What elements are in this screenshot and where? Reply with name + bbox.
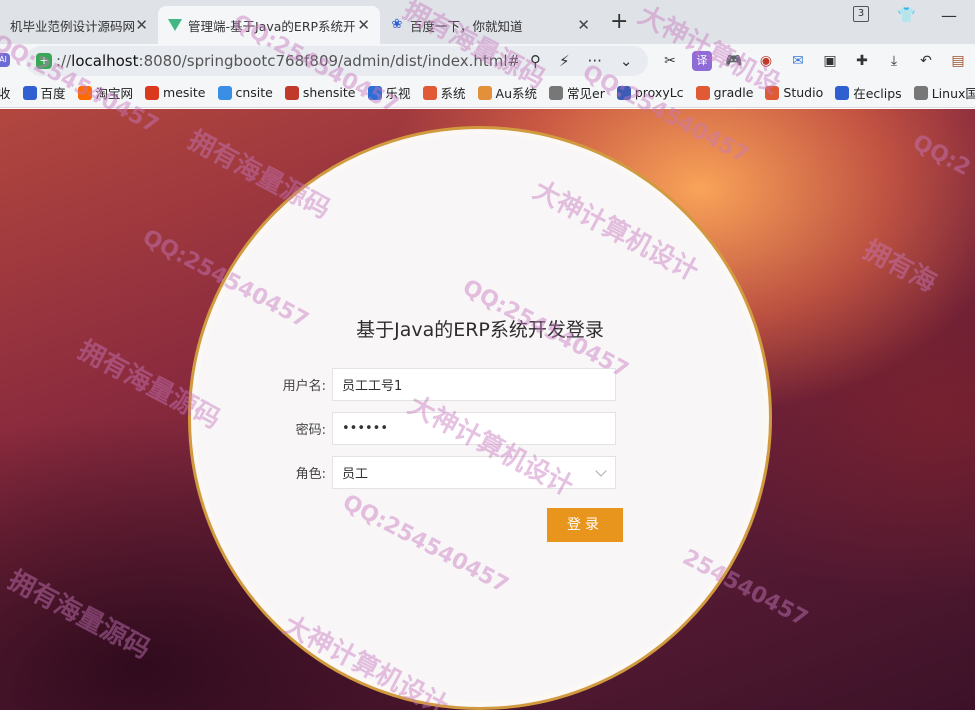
ai-extension-icon[interactable]: AI xyxy=(0,53,10,67)
bookmark-label: mesite xyxy=(163,85,206,100)
game-icon[interactable]: 🎮 xyxy=(724,51,744,71)
bookmark-item[interactable]: 常见er xyxy=(549,83,605,102)
shield-icon[interactable]: + xyxy=(36,53,52,69)
au-icon xyxy=(477,85,492,100)
baidu-paw-icon xyxy=(835,85,850,100)
bookmark-item[interactable]: 系统 xyxy=(422,83,466,102)
url-path: :8080/springbootc768f809/admin/dist/inde… xyxy=(138,52,518,70)
bookmark-label: 收 xyxy=(0,83,11,102)
c-icon xyxy=(422,85,437,100)
bookmark-item[interactable]: Linux国 xyxy=(913,83,975,102)
chevron-down-icon xyxy=(595,464,607,477)
chevron-down-icon[interactable]: ⌄ xyxy=(620,52,633,70)
bookmark-label: shensite xyxy=(302,85,356,100)
username-input[interactable]: 员工工号1 xyxy=(332,367,616,401)
password-input[interactable]: •••••• xyxy=(332,411,616,445)
baidu-paw-icon xyxy=(22,85,37,100)
toolbar-icons: ✂ 译 🎮 ◉ ✉ ▣ ✚ ⤓ ↶ ▤ xyxy=(660,51,968,71)
bookmark-item[interactable]: cnsite xyxy=(217,85,273,100)
url-host: localhost xyxy=(71,52,139,70)
browser-tab[interactable]: 机毕业范例设计源码网 ✕ xyxy=(0,6,158,44)
bookmark-label: Au系统 xyxy=(495,86,538,101)
bookmark-item[interactable]: 乐视 xyxy=(367,83,411,102)
bookmark-item[interactable]: mesite xyxy=(145,85,206,100)
download-icon[interactable]: ⤓ xyxy=(884,51,904,71)
skin-icon[interactable]: 👕 xyxy=(897,6,916,24)
browser-tab-active[interactable]: 管理端-基于Java的ERP系统开 ✕ xyxy=(158,6,380,44)
bookmark-item[interactable]: gradle xyxy=(695,85,754,100)
translate-icon[interactable]: 译 xyxy=(692,51,712,71)
bookmark-label: 百度 xyxy=(40,86,66,101)
taobao-icon xyxy=(77,85,92,100)
c-icon xyxy=(765,85,780,100)
bookmark-label: 淘宝网 xyxy=(95,86,134,101)
bookmark-item[interactable]: shensite xyxy=(284,85,356,100)
browser-tab-bar: 机毕业范例设计源码网 ✕ 管理端-基于Java的ERP系统开 ✕ ❀ 百度一下，… xyxy=(0,0,975,44)
new-tab-button[interactable]: + xyxy=(610,8,628,36)
tab-title: 机毕业范例设计源码网 xyxy=(10,18,136,34)
bookmark-item[interactable]: 在eclips xyxy=(835,83,902,102)
search-icon[interactable]: ⚲ xyxy=(530,52,541,70)
navigation-bar: AI + ://localhost:8080/springbootc768f80… xyxy=(0,44,975,78)
bookmark-label: 在eclips xyxy=(853,86,902,101)
tab-title: 管理端-基于Java的ERP系统开 xyxy=(188,18,356,34)
username-label: 用户名: xyxy=(282,378,326,394)
proxy-icon xyxy=(616,85,631,100)
bookmark-item[interactable]: proxyLc xyxy=(616,85,684,100)
bookmark-label: Linux国 xyxy=(931,86,975,101)
bookmark-label: Studio xyxy=(783,85,824,100)
scissors-icon[interactable]: ✂ xyxy=(660,51,680,71)
bookmark-label: 系统 xyxy=(440,86,466,101)
bookmark-label: 乐视 xyxy=(385,86,411,101)
bookmark-item[interactable]: 收 xyxy=(0,83,11,102)
baidu-paw-icon: ❀ xyxy=(391,17,403,32)
weibo-icon[interactable]: ◉ xyxy=(756,51,776,71)
shensite-icon xyxy=(284,85,299,100)
address-bar[interactable]: + ://localhost:8080/springbootc768f809/a… xyxy=(26,46,648,76)
letv-icon xyxy=(367,85,382,100)
extensions-icon[interactable]: ✚ xyxy=(852,51,872,71)
url-text[interactable]: ://localhost:8080/springbootc768f809/adm… xyxy=(56,52,518,70)
bookmark-label: gradle xyxy=(713,85,754,100)
password-label: 密码: xyxy=(295,422,326,438)
bookmark-item[interactable]: 淘宝网 xyxy=(77,83,134,102)
tab-title: 百度一下，你就知道 xyxy=(410,18,523,34)
reader-icon[interactable]: ▣ xyxy=(820,51,840,71)
mesite-icon xyxy=(145,85,160,100)
url-scheme: :// xyxy=(56,52,72,70)
role-select-value: 员工 xyxy=(342,466,369,482)
password-row: 密码: •••••• xyxy=(268,411,624,445)
bookmark-label: cnsite xyxy=(235,85,273,100)
login-title: 基于Java的ERP系统开发登录 xyxy=(356,319,604,341)
login-button[interactable]: 登录 xyxy=(547,508,623,542)
more-icon[interactable]: ··· xyxy=(588,52,602,70)
globe-icon xyxy=(913,85,928,100)
wallet-icon[interactable]: ▤ xyxy=(948,51,968,71)
login-page-background: 基于Java的ERP系统开发登录 用户名: 员工工号1 密码: •••••• 角… xyxy=(0,109,975,710)
globe-icon xyxy=(549,85,564,100)
bookmark-item[interactable]: Au系统 xyxy=(477,83,538,102)
bookmark-item[interactable]: Studio xyxy=(765,85,823,100)
c-icon xyxy=(695,85,710,100)
tab-count-badge[interactable]: 3 xyxy=(853,6,869,22)
undo-icon[interactable]: ↶ xyxy=(916,51,936,71)
lightning-icon[interactable]: ⚡ xyxy=(559,52,570,70)
role-row: 角色: 员工 xyxy=(268,455,624,489)
minimize-icon[interactable]: — xyxy=(941,6,957,25)
close-icon[interactable]: ✕ xyxy=(357,16,370,34)
username-row: 用户名: 员工工号1 xyxy=(268,367,624,401)
close-icon[interactable]: ✕ xyxy=(577,16,590,34)
role-label: 角色: xyxy=(295,466,326,482)
close-icon[interactable]: ✕ xyxy=(135,16,148,34)
bookmark-label: 常见er xyxy=(567,86,605,101)
bookmark-bar: 收 百度 淘宝网 mesite cnsite shensite 乐视 系统 Au系统 常见er pr… xyxy=(0,78,975,108)
cnsite-icon xyxy=(217,85,232,100)
bookmark-label: proxyLc xyxy=(634,85,684,100)
bookmark-item[interactable]: 百度 xyxy=(22,83,66,102)
browser-tab[interactable]: ❀ 百度一下，你就知道 ✕ xyxy=(380,6,600,44)
vue-logo-icon xyxy=(168,18,182,32)
mail-icon[interactable]: ✉ xyxy=(788,51,808,71)
role-select[interactable]: 员工 xyxy=(332,455,616,489)
